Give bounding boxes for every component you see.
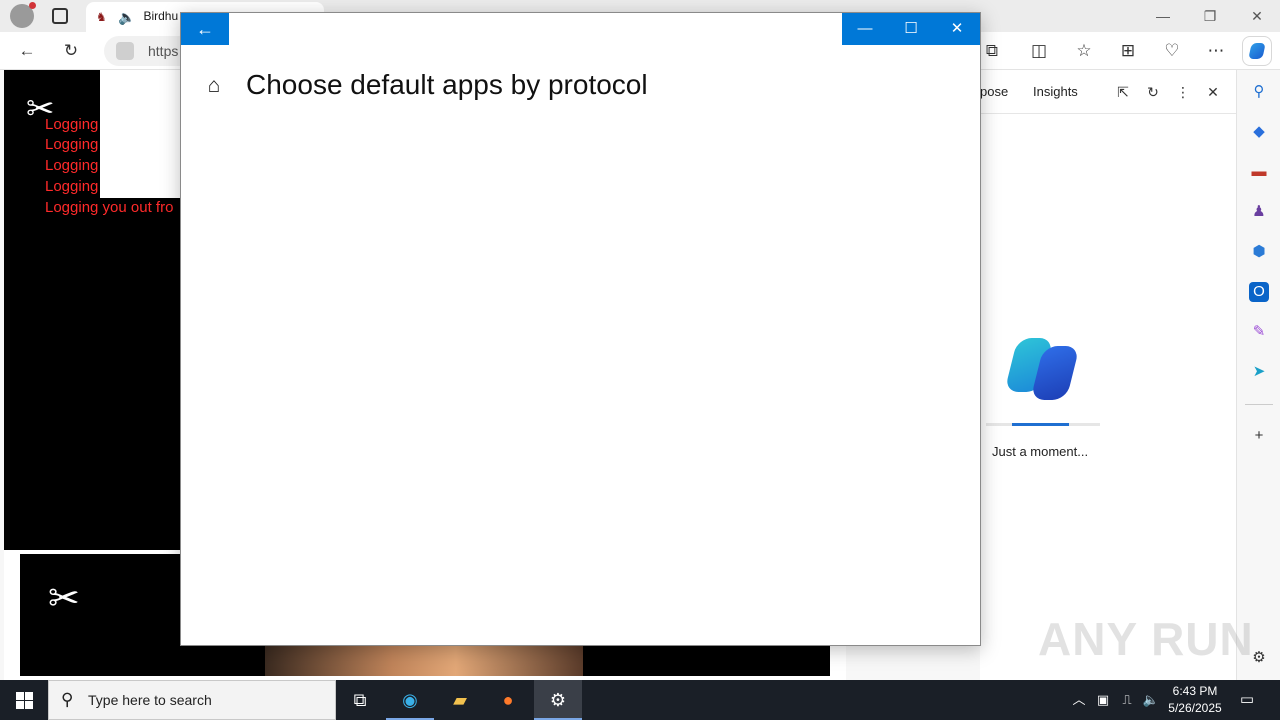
copilot-panel: pose Insights ⇱ ↻ ⋮ ✕ Just a moment... xyxy=(980,70,1236,680)
settings-window: ← — ☐ ✕ ⌂ Choose default apps by protoco… xyxy=(180,12,981,646)
log-line: Logging xyxy=(45,136,99,153)
maximize-button[interactable]: ☐ xyxy=(888,13,934,45)
search-icon: ⚲ xyxy=(61,690,74,709)
copilot-logo-icon xyxy=(1004,336,1080,402)
address-url: https xyxy=(148,43,179,59)
favorites-icon[interactable]: ☆ xyxy=(1069,36,1099,66)
firefox-icon[interactable]: ● xyxy=(484,680,532,720)
loading-progress-bar xyxy=(986,423,1100,426)
status-text: Just a moment... xyxy=(992,444,1089,459)
log-line: Logging xyxy=(45,178,99,195)
page-title: Choose default apps by protocol xyxy=(246,69,648,100)
more-options-icon[interactable]: ⋮ xyxy=(1173,82,1193,102)
network-icon[interactable]: ⎍ xyxy=(1118,691,1136,709)
extensions-icon[interactable]: ⧉ xyxy=(977,36,1007,66)
speaker-icon[interactable]: 🔈 xyxy=(118,3,135,31)
task-view-icon[interactable]: ⧉ xyxy=(336,680,384,720)
volume-icon[interactable]: 🔈 xyxy=(1142,691,1160,709)
settings-titlebar: ← — ☐ ✕ xyxy=(181,13,980,45)
back-arrow-icon[interactable]: ← xyxy=(181,13,229,45)
chevron-up-icon[interactable]: ︿ xyxy=(1070,691,1088,709)
overlay-box xyxy=(100,70,184,198)
designer-icon[interactable]: ✎ xyxy=(1249,322,1269,342)
log-line: Logging xyxy=(45,116,99,133)
copilot-icon[interactable] xyxy=(1242,36,1272,66)
add-icon[interactable]: + xyxy=(1249,426,1269,446)
restore-button[interactable]: ❐ xyxy=(1187,0,1233,32)
window-controls: — ☐ ✕ xyxy=(842,13,980,45)
tab-compose[interactable]: pose xyxy=(980,84,1008,99)
start-button[interactable] xyxy=(0,680,48,720)
device-icon[interactable]: ▣ xyxy=(1094,691,1112,709)
profile-avatar[interactable] xyxy=(10,2,36,28)
sidebar-rail: ⚲ ◆ ▬ ♟ ⬢ O ✎ ➤ + ⚙ xyxy=(1236,70,1280,680)
outlook-icon[interactable]: O xyxy=(1249,282,1269,302)
close-button[interactable]: ✕ xyxy=(1234,0,1280,32)
shopping-icon[interactable]: ◆ xyxy=(1249,122,1269,142)
edge-icon[interactable]: ◉ xyxy=(386,680,434,720)
search-icon[interactable]: ⚲ xyxy=(1249,82,1269,102)
site-favicon-icon: ♞ xyxy=(96,9,107,24)
refresh-icon[interactable]: ↻ xyxy=(56,36,86,66)
clock-date: 5/26/2025 xyxy=(1168,701,1222,715)
close-panel-icon[interactable]: ✕ xyxy=(1203,82,1223,102)
log-line: Logging xyxy=(45,157,99,174)
back-icon[interactable]: ← xyxy=(12,36,42,66)
minimize-button[interactable]: — xyxy=(1140,0,1186,32)
taskbar: ⚲ Type here to search ⧉ ◉ ▰ ● ⚙ ︿ ▣ ⎍ 🔈 … xyxy=(0,680,1280,720)
settings-app-icon[interactable]: ⚙ xyxy=(534,680,582,720)
tab-label: Birdhu xyxy=(143,9,179,23)
lock-icon[interactable] xyxy=(116,42,134,60)
browser-essentials-icon[interactable]: ♡ xyxy=(1157,36,1187,66)
close-button[interactable]: ✕ xyxy=(934,13,980,45)
rail-divider xyxy=(1245,404,1273,405)
loading-progress-fill xyxy=(1012,423,1069,426)
games-icon[interactable]: ♟ xyxy=(1249,202,1269,222)
microsoft-365-icon[interactable]: ⬢ xyxy=(1249,242,1269,262)
minimize-button[interactable]: — xyxy=(842,13,888,45)
video-frame-top: ✂ Logging Logging Logging Logging Loggin… xyxy=(4,70,184,550)
video-thumbnail xyxy=(265,644,583,676)
copilot-panel-header: pose Insights ⇱ ↻ ⋮ ✕ xyxy=(980,70,1236,114)
notification-icon[interactable]: ▭ xyxy=(1236,690,1258,710)
tools-icon[interactable]: ▬ xyxy=(1249,162,1269,182)
tab-insights[interactable]: Insights xyxy=(1033,84,1078,99)
more-menu-icon[interactable]: ⋯ xyxy=(1201,36,1231,66)
collections-icon[interactable]: ⊞ xyxy=(1113,36,1143,66)
send-icon[interactable]: ➤ xyxy=(1249,362,1269,382)
clock-time: 6:43 PM xyxy=(1172,684,1218,698)
capcut-logo-icon: ✂ xyxy=(48,578,80,620)
search-placeholder: Type here to search xyxy=(88,692,212,708)
refresh-icon[interactable]: ↻ xyxy=(1143,82,1163,102)
anyrun-watermark: ANY RUN xyxy=(1038,613,1254,665)
file-explorer-icon[interactable]: ▰ xyxy=(436,680,484,720)
open-in-new-icon[interactable]: ⇱ xyxy=(1113,82,1133,102)
system-clock[interactable]: 6:43 PM 5/26/2025 xyxy=(1160,683,1230,717)
split-screen-icon[interactable]: ◫ xyxy=(1024,36,1054,66)
log-line: Logging you out fro xyxy=(45,199,174,216)
tab-actions-icon[interactable] xyxy=(52,8,68,24)
taskbar-search[interactable]: ⚲ Type here to search xyxy=(48,680,336,720)
home-icon[interactable]: ⌂ xyxy=(203,75,225,97)
